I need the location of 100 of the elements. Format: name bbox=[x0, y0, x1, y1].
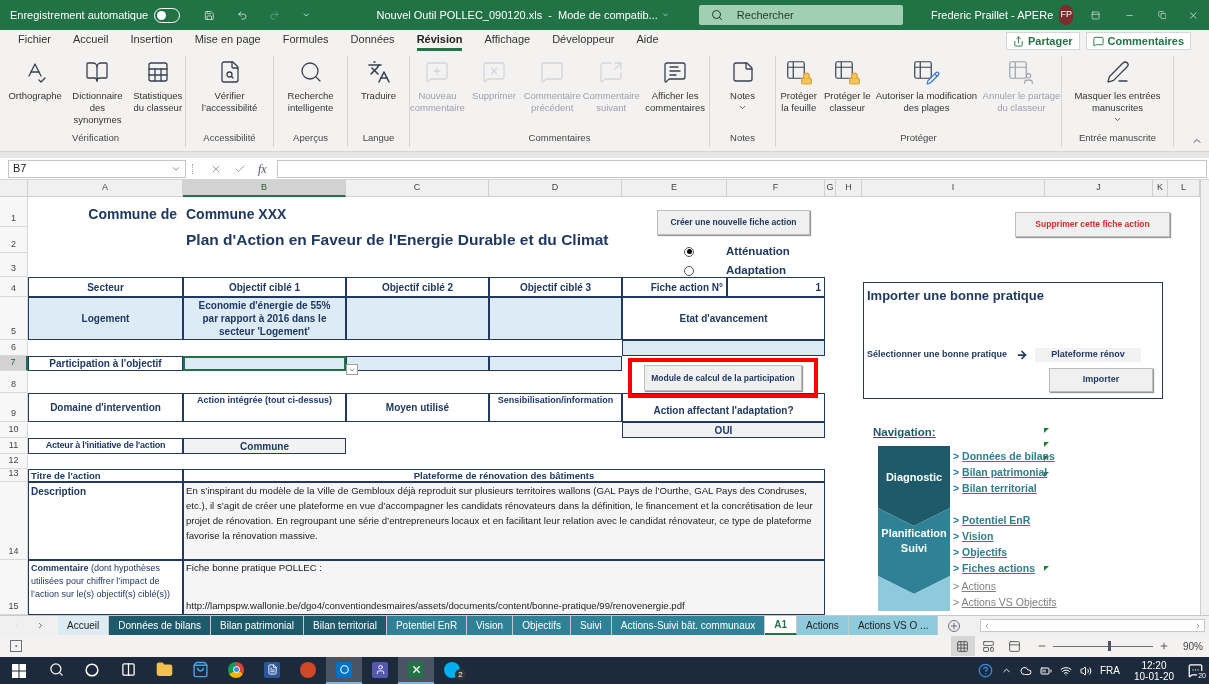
navigation-link[interactable]: > Vision bbox=[953, 528, 1057, 544]
selected-practice-cell[interactable]: Plateforme rénov bbox=[1035, 347, 1142, 362]
ribbon-command[interactable]: Autoriser la modification des plages bbox=[873, 58, 980, 114]
column-header[interactable]: G bbox=[825, 180, 836, 197]
sheet-tab[interactable]: Actions bbox=[797, 616, 849, 635]
vertical-scrollbar[interactable] bbox=[1200, 180, 1209, 615]
row-header[interactable]: 10 bbox=[0, 422, 28, 438]
sheet-tab[interactable]: A1 bbox=[765, 616, 798, 635]
ribbon-command[interactable]: Recherche intelligente bbox=[277, 58, 344, 114]
delete-action-button[interactable]: Supprimer cette fiche action bbox=[1015, 212, 1170, 237]
user-avatar[interactable]: FP bbox=[1059, 5, 1074, 25]
help-icon[interactable] bbox=[977, 663, 993, 678]
name-box[interactable]: B7 bbox=[8, 159, 186, 178]
ribbon-command[interactable]: Orthographe bbox=[6, 58, 65, 102]
ribbon-command[interactable]: Vérifier l’accessibilité bbox=[192, 58, 267, 114]
search-field[interactable]: Rechercher bbox=[698, 5, 903, 25]
navigation-link[interactable]: > Données de bilans bbox=[953, 448, 1057, 464]
navigation-link[interactable]: > Actions bbox=[953, 578, 1057, 594]
import-button[interactable]: Importer bbox=[1049, 367, 1153, 392]
menu-tab[interactable]: Formules bbox=[282, 31, 329, 51]
scroll-right-icon[interactable] bbox=[1194, 621, 1202, 630]
taskbar-button[interactable]: 2 bbox=[434, 657, 470, 684]
sheet-tab[interactable]: Objectifs bbox=[513, 616, 572, 635]
ribbon-command[interactable]: Traduire bbox=[351, 58, 406, 102]
menu-tab[interactable]: Développeur bbox=[552, 31, 615, 51]
volume-icon[interactable] bbox=[1079, 664, 1092, 677]
ribbon-command[interactable]: Protéger le classeur bbox=[823, 58, 871, 114]
column-header[interactable]: B bbox=[183, 180, 346, 197]
row-header[interactable]: 2 bbox=[0, 227, 28, 253]
battery-icon[interactable] bbox=[1039, 664, 1052, 677]
column-header[interactable]: D bbox=[489, 180, 622, 197]
row-header[interactable]: 6 bbox=[0, 340, 28, 356]
restore-icon[interactable] bbox=[1157, 9, 1167, 21]
column-header[interactable]: C bbox=[346, 180, 489, 197]
menu-tab[interactable]: Fichier bbox=[18, 31, 51, 51]
navigation-link[interactable]: > Potentiel EnR bbox=[953, 512, 1057, 528]
horizontal-scrollbar[interactable] bbox=[980, 619, 1205, 632]
row-header[interactable]: 8 bbox=[0, 371, 28, 393]
ribbon-command[interactable]: Notes bbox=[714, 58, 771, 112]
row-header[interactable]: 15 bbox=[0, 560, 28, 615]
language-indicator[interactable]: FRA bbox=[1099, 663, 1120, 678]
sheet-tab[interactable]: Accueil bbox=[58, 616, 110, 635]
sheet-tab[interactable]: Actions-Suivi bât. communaux bbox=[611, 616, 766, 635]
sheet-tab[interactable]: Données de bilans bbox=[109, 616, 212, 635]
row-header[interactable]: 12 bbox=[0, 454, 28, 469]
comments-button[interactable]: Commentaires bbox=[1085, 32, 1191, 50]
sheet-tab[interactable]: Bilan territorial bbox=[304, 616, 387, 635]
column-header[interactable]: J bbox=[1045, 180, 1153, 197]
start-icon[interactable] bbox=[12, 663, 26, 678]
formula-input[interactable] bbox=[276, 159, 1207, 178]
sheet-tab[interactable]: Vision bbox=[467, 616, 514, 635]
row-header[interactable]: 14 bbox=[0, 482, 28, 560]
zoom-in-icon[interactable] bbox=[1159, 641, 1169, 651]
ribbon-command[interactable]: Dictionnaire des synonymes bbox=[66, 58, 129, 126]
row-header[interactable]: 13 bbox=[0, 469, 28, 482]
column-header[interactable]: L bbox=[1168, 180, 1200, 197]
macro-record-icon[interactable] bbox=[10, 640, 22, 652]
column-header[interactable]: H bbox=[836, 180, 862, 197]
row-header[interactable]: 9 bbox=[0, 393, 28, 422]
next-sheet-icon[interactable] bbox=[36, 621, 45, 630]
share-button[interactable]: Partager bbox=[1005, 32, 1080, 50]
ribbon-command[interactable]: Protéger la feuille bbox=[776, 58, 822, 114]
zoom-thumb[interactable] bbox=[1108, 640, 1111, 651]
row-header[interactable]: 3 bbox=[0, 253, 28, 277]
participation-module-button[interactable]: Module de calcul de la participation bbox=[644, 365, 802, 391]
ribbon-command[interactable]: Afficher les commentaires bbox=[641, 58, 709, 114]
insert-function-button[interactable]: fx bbox=[258, 159, 267, 178]
sheet-tab[interactable]: Potentiel EnR bbox=[386, 616, 468, 635]
dropdown-button[interactable] bbox=[346, 364, 358, 375]
view-button[interactable] bbox=[951, 636, 975, 656]
navigation-link[interactable]: > Fiches actions bbox=[953, 560, 1057, 576]
navigation-link[interactable]: > Actions VS Objectifs bbox=[953, 594, 1057, 610]
row-header[interactable]: 4 bbox=[0, 277, 28, 297]
radio-option[interactable]: Atténuation bbox=[684, 243, 790, 261]
menu-tab[interactable]: Aide bbox=[636, 31, 659, 51]
column-header[interactable]: F bbox=[727, 180, 825, 197]
row-header[interactable]: 5 bbox=[0, 297, 28, 340]
sheet-tab[interactable]: Actions VS O ... bbox=[848, 616, 939, 635]
ribbon-display-icon[interactable] bbox=[1091, 8, 1101, 22]
menu-tab[interactable]: Affichage bbox=[484, 31, 531, 51]
row-header[interactable]: 7 bbox=[0, 356, 28, 371]
column-header[interactable]: I bbox=[862, 180, 1045, 197]
sheet-tab[interactable]: Bilan patrimonial bbox=[211, 616, 305, 635]
menu-tab[interactable]: Insertion bbox=[130, 31, 173, 51]
ribbon-command[interactable]: Masquer les entrées manuscrites bbox=[1065, 58, 1170, 124]
navigation-link[interactable]: > Bilan patrimonial bbox=[953, 464, 1057, 480]
column-header[interactable]: A bbox=[28, 180, 183, 197]
menu-tab[interactable]: Mise en page bbox=[194, 31, 261, 51]
sheet-tab[interactable]: Suivi bbox=[571, 616, 612, 635]
row-header[interactable]: 1 bbox=[0, 197, 28, 227]
wifi-icon[interactable] bbox=[1059, 664, 1072, 677]
ribbon-command[interactable]: Statistiques du classeur bbox=[130, 58, 185, 114]
row-header[interactable]: 11 bbox=[0, 438, 28, 454]
menu-tab[interactable]: Accueil bbox=[73, 31, 109, 51]
caret-icon[interactable] bbox=[661, 10, 669, 20]
cloud-icon[interactable] bbox=[1019, 664, 1032, 677]
column-header[interactable]: E bbox=[622, 180, 727, 197]
selected-cell[interactable] bbox=[183, 356, 346, 371]
menu-tab[interactable]: Données bbox=[350, 31, 395, 51]
navigation-link[interactable]: > Objectifs bbox=[953, 544, 1057, 560]
